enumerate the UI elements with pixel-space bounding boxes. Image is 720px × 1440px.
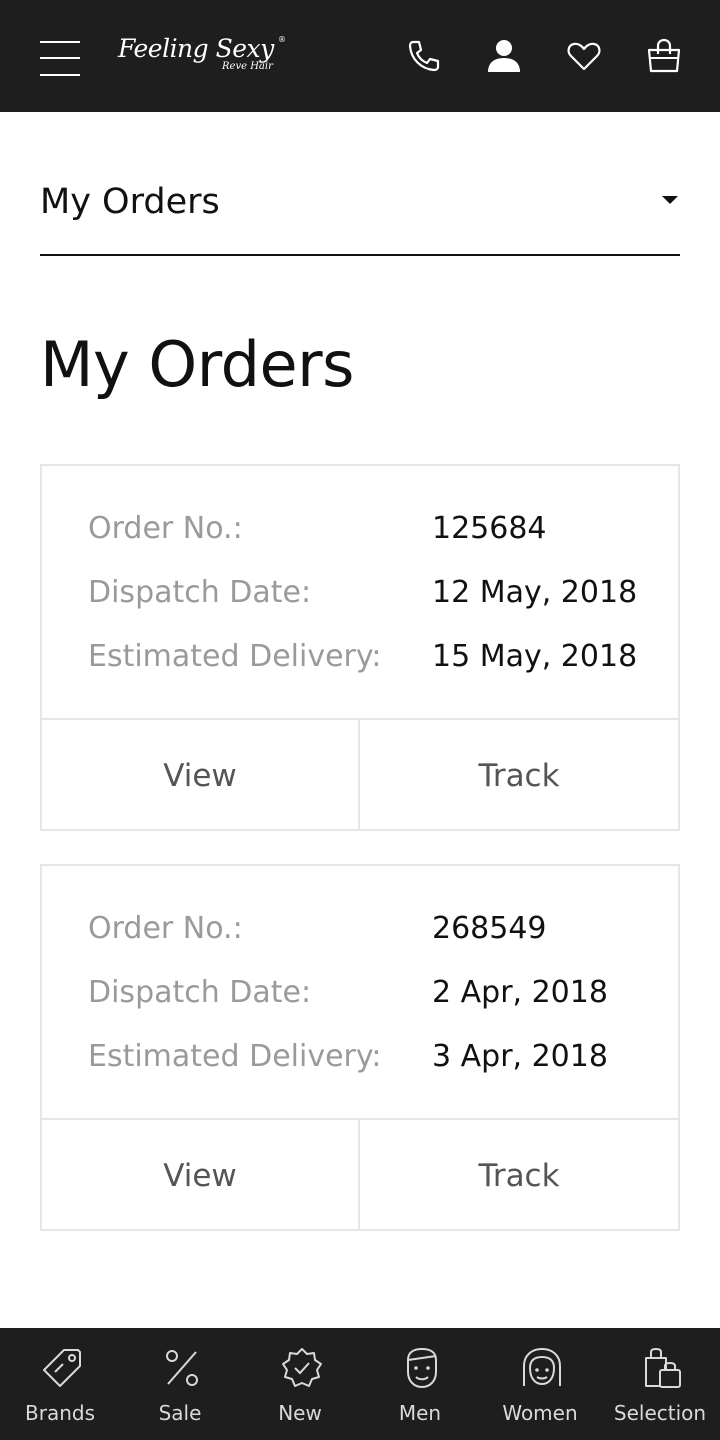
- caret-down-icon: [662, 196, 678, 204]
- nav-item-selection[interactable]: Selection: [600, 1328, 720, 1440]
- dispatch-date-value: 2 Apr, 2018: [432, 975, 608, 1010]
- logo-registered-mark: ®: [278, 35, 286, 44]
- order-number-value: 125684: [432, 511, 547, 546]
- menu-icon[interactable]: [40, 41, 80, 76]
- heart-icon[interactable]: [564, 36, 604, 76]
- estimated-delivery-row: Estimated Delivery: 15 May, 2018: [88, 639, 648, 679]
- bag-icon[interactable]: [644, 36, 684, 76]
- view-order-button[interactable]: View: [42, 720, 360, 831]
- nav-label: Selection: [613, 1401, 707, 1425]
- percent-icon: [166, 1350, 198, 1386]
- bottom-navigation: Brands Sale New Men Women Selection: [0, 1328, 720, 1440]
- nav-label: Sale: [158, 1401, 202, 1425]
- tag-icon: [43, 1349, 81, 1387]
- dropdown-label: My Orders: [40, 182, 220, 222]
- estimated-delivery-label: Estimated Delivery:: [88, 639, 382, 674]
- track-order-button[interactable]: Track: [360, 1120, 678, 1231]
- brand-logo[interactable]: Feeling Sexy Reve Hair ®: [118, 34, 288, 88]
- order-number-value: 268549: [432, 911, 547, 946]
- dispatch-date-value: 12 May, 2018: [432, 575, 638, 610]
- logo-subtext: Reve Hair: [222, 61, 273, 72]
- order-card: Order No.: 125684 Dispatch Date: 12 May,…: [40, 464, 680, 831]
- woman-face-icon: [523, 1347, 561, 1386]
- order-number-label: Order No.:: [88, 911, 243, 946]
- estimated-delivery-row: Estimated Delivery: 3 Apr, 2018: [88, 1039, 648, 1079]
- track-order-button[interactable]: Track: [360, 720, 678, 831]
- estimated-delivery-label: Estimated Delivery:: [88, 1039, 382, 1074]
- user-icon[interactable]: [484, 36, 524, 76]
- nav-item-women[interactable]: Women: [480, 1328, 600, 1440]
- nav-item-sale[interactable]: Sale: [120, 1328, 240, 1440]
- order-actions: View Track: [42, 1118, 678, 1231]
- logo-text: Feeling Sexy: [118, 34, 274, 63]
- dispatch-date-label: Dispatch Date:: [88, 975, 312, 1010]
- account-section-dropdown[interactable]: My Orders: [40, 160, 680, 256]
- page-title: My Orders: [40, 328, 354, 401]
- nav-label: Women: [502, 1401, 578, 1425]
- nav-item-brands[interactable]: Brands: [0, 1328, 120, 1440]
- man-face-icon: [407, 1347, 437, 1389]
- nav-item-new[interactable]: New: [240, 1328, 360, 1440]
- nav-label: Brands: [25, 1401, 95, 1425]
- view-order-button[interactable]: View: [42, 1120, 360, 1231]
- dispatch-date-label: Dispatch Date:: [88, 575, 312, 610]
- badge-check-icon: [282, 1348, 322, 1387]
- nav-label: New: [278, 1401, 322, 1425]
- estimated-delivery-value: 3 Apr, 2018: [432, 1039, 608, 1074]
- order-number-label: Order No.:: [88, 511, 243, 546]
- order-number-row: Order No.: 125684: [88, 511, 648, 551]
- top-header: Feeling Sexy Reve Hair ®: [0, 0, 720, 112]
- nav-label: Men: [398, 1401, 442, 1425]
- shopping-bag-icon: [645, 1347, 681, 1388]
- dispatch-date-row: Dispatch Date: 12 May, 2018: [88, 575, 648, 615]
- nav-item-men[interactable]: Men: [360, 1328, 480, 1440]
- estimated-delivery-value: 15 May, 2018: [432, 639, 638, 674]
- order-card: Order No.: 268549 Dispatch Date: 2 Apr, …: [40, 864, 680, 1231]
- dispatch-date-row: Dispatch Date: 2 Apr, 2018: [88, 975, 648, 1015]
- order-number-row: Order No.: 268549: [88, 911, 648, 951]
- phone-icon[interactable]: [404, 36, 444, 76]
- order-actions: View Track: [42, 718, 678, 831]
